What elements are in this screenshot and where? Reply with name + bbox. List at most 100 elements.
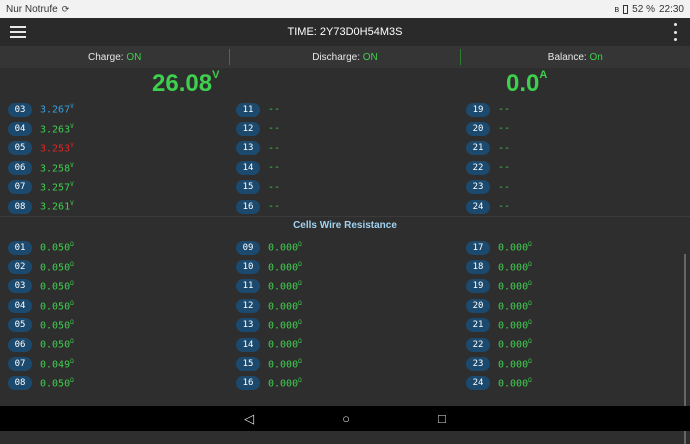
wire-resistance-value: 0.050Ω — [40, 377, 74, 390]
wire-resistance-row: 17 0.000Ω — [466, 238, 532, 257]
cell-voltage-number-badge: 16 — [236, 199, 260, 214]
cell-voltage-row: 04 3.263V — [8, 119, 74, 138]
wire-resistance-value: 0.000Ω — [498, 299, 532, 312]
totals: 26.08V 0.0A — [0, 68, 690, 100]
wire-resistance-value: 0.000Ω — [498, 260, 532, 274]
cell-voltage-row: 15 -- — [236, 178, 280, 197]
wire-resistance-value: 0.000Ω — [498, 318, 532, 332]
wire-resistance-row: 21 0.000Ω — [466, 316, 532, 335]
cell-voltage-number-badge: 24 — [466, 199, 490, 214]
cell-voltage-value: -- — [498, 142, 511, 154]
cell-voltage-number-badge: 07 — [8, 180, 32, 195]
discharge-status: Discharge: ON — [312, 51, 378, 63]
cell-voltage-row: 23 -- — [466, 178, 510, 197]
cell-voltage-value: -- — [498, 201, 511, 212]
wire-resistance-row: 19 0.000Ω — [466, 277, 532, 296]
cell-voltage-row: 16 -- — [236, 197, 280, 216]
wire-resistance-value: 0.000Ω — [268, 338, 302, 351]
wire-resistance-value: 0.000Ω — [268, 280, 302, 293]
wire-resistance-number-badge: 16 — [236, 376, 260, 391]
main-panel: Charge: ON Discharge: ON Balance: On 26.… — [0, 46, 690, 444]
cell-voltage-number-badge: 06 — [8, 160, 32, 175]
wire-resistance-value: 0.000Ω — [498, 338, 532, 351]
wire-resistance-value: 0.050Ω — [40, 338, 74, 351]
wire-resistance-value: 0.000Ω — [268, 377, 302, 390]
cell-voltage-number-badge: 20 — [466, 121, 490, 136]
wire-resistance-number-badge: 17 — [466, 240, 490, 255]
wire-resistance-number-badge: 07 — [8, 356, 32, 371]
cell-voltage-number-badge: 13 — [236, 141, 260, 156]
wire-resistance-row: 07 0.049Ω — [8, 354, 74, 373]
cell-voltage-value: -- — [498, 181, 511, 193]
cell-voltage-value: 3.267V — [40, 103, 74, 116]
cell-voltage-value: -- — [268, 104, 281, 115]
wire-resistance-value: 0.000Ω — [268, 299, 302, 312]
cell-voltage-value: 3.258V — [40, 161, 74, 174]
cell-voltage-number-badge: 14 — [236, 160, 260, 175]
cell-voltage-value: -- — [498, 104, 511, 115]
charge-status: Charge: ON — [87, 51, 142, 63]
wire-resistance-value: 0.000Ω — [498, 377, 532, 390]
more-options-icon[interactable] — [670, 23, 680, 41]
cell-voltage-row: 07 3.257V — [8, 178, 74, 197]
wire-resistance-number-badge: 12 — [236, 298, 260, 313]
wire-resistance-value: 0.000Ω — [268, 260, 302, 274]
page-title: TIME: 2Y73D0H54M3S — [287, 26, 403, 38]
cell-voltage-number-badge: 11 — [236, 102, 260, 117]
cell-voltage-row: 05 3.253V — [8, 139, 74, 158]
cell-voltage-row: 19 -- — [466, 100, 510, 119]
section-divider — [0, 216, 690, 217]
wire-resistance-row: 22 0.000Ω — [466, 335, 532, 354]
cell-voltage-number-badge: 03 — [8, 102, 32, 117]
wire-resistance-number-badge: 06 — [8, 337, 32, 352]
sync-icon: ⟳ — [61, 3, 70, 14]
wire-resistance-row: 11 0.000Ω — [236, 277, 302, 296]
cell-voltage-row: 03 3.267V — [8, 100, 74, 119]
cell-voltage-row: 24 -- — [466, 197, 510, 216]
clock: 22:30 — [658, 3, 684, 15]
wire-resistance-value: 0.050Ω — [40, 260, 74, 274]
home-icon[interactable]: ○ — [342, 411, 350, 426]
cell-voltage-row: 22 -- — [466, 158, 510, 177]
wire-resistance-number-badge: 01 — [8, 240, 32, 255]
wire-resistance-number-badge: 09 — [236, 240, 260, 255]
cell-voltage-number-badge: 19 — [466, 102, 490, 117]
wire-resistance-number-badge: 08 — [8, 376, 32, 391]
cell-voltage-grid: 03 3.267V 04 3.263V 05 3.253V 06 3.258V 07 3.257V… — [0, 100, 690, 216]
wire-resistance-row: 01 0.050Ω — [8, 238, 74, 257]
carrier-label: Nur Notrufe — [6, 3, 58, 15]
wire-resistance-number-badge: 11 — [236, 279, 260, 294]
wire-resistance-row: 05 0.050Ω — [8, 316, 74, 335]
cell-voltage-row: 06 3.258V — [8, 158, 74, 177]
resistance-title: Cells Wire Resistance — [293, 220, 397, 231]
wire-resistance-row: 24 0.000Ω — [466, 374, 532, 393]
wire-resistance-value: 0.000Ω — [498, 280, 532, 293]
wire-resistance-row: 14 0.000Ω — [236, 335, 302, 354]
cell-voltage-value: 3.263V — [40, 122, 74, 136]
wire-resistance-number-badge: 04 — [8, 298, 32, 313]
wire-resistance-number-badge: 14 — [236, 337, 260, 352]
wire-resistance-value: 0.000Ω — [268, 318, 302, 332]
cell-voltage-number-badge: 04 — [8, 121, 32, 136]
wire-resistance-value: 0.050Ω — [40, 280, 74, 293]
recent-apps-icon[interactable]: □ — [438, 411, 446, 426]
cell-voltage-row: 21 -- — [466, 139, 510, 158]
wire-resistance-row: 16 0.000Ω — [236, 374, 302, 393]
cell-voltage-value: 3.253V — [40, 142, 74, 155]
cell-voltage-value: 3.257V — [40, 180, 74, 194]
back-icon[interactable]: ◁ — [244, 411, 254, 427]
app-bar: TIME: 2Y73D0H54M3S — [0, 18, 690, 46]
cell-voltage-value: -- — [498, 123, 511, 135]
menu-icon[interactable] — [0, 18, 36, 46]
wire-resistance-value: 0.050Ω — [40, 299, 74, 312]
cell-voltage-number-badge: 05 — [8, 141, 32, 156]
wire-resistance-value: 0.049Ω — [40, 357, 74, 371]
wire-resistance-number-badge: 18 — [466, 259, 490, 274]
wire-resistance-row: 20 0.000Ω — [466, 296, 532, 315]
cell-voltage-value: -- — [268, 181, 281, 193]
total-current: 0.0A — [506, 69, 548, 97]
wire-resistance-row: 18 0.000Ω — [466, 257, 532, 276]
wire-resistance-number-badge: 10 — [236, 259, 260, 274]
cell-voltage-row: 14 -- — [236, 158, 280, 177]
wire-resistance-value: 0.000Ω — [268, 241, 302, 254]
